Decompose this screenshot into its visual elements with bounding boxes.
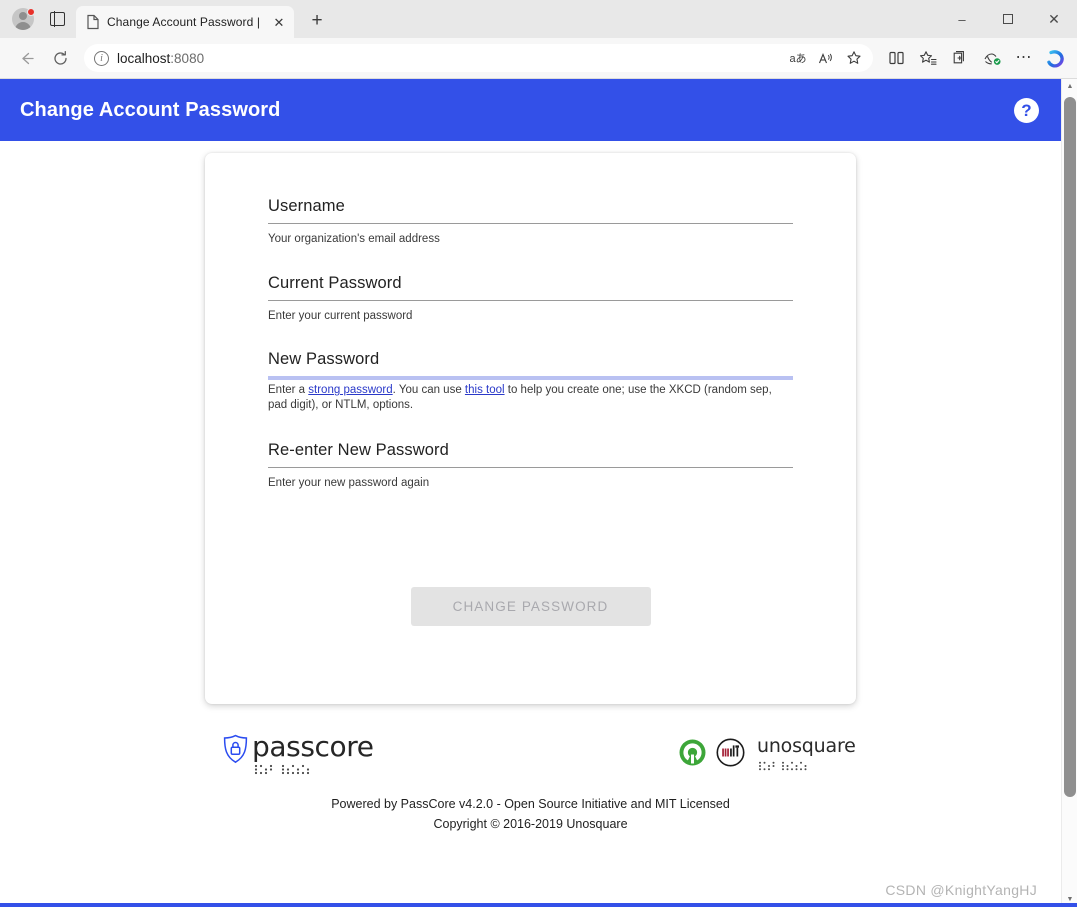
confirm-password-hint: Enter your new password again <box>268 476 430 489</box>
browser-essentials-icon <box>984 52 1000 65</box>
back-arrow-icon <box>21 52 34 64</box>
copilot-button[interactable] <box>1043 45 1069 71</box>
footer-logos: passcore unosquare <box>0 730 1061 786</box>
settings-and-more-button[interactable]: ⋯ <box>1009 43 1039 73</box>
maximize-icon <box>1003 14 1013 24</box>
footer-line-2: Copyright © 2016-2019 Unosquare <box>433 817 628 832</box>
page-viewport: Change Account Password ? Username Your … <box>0 78 1077 907</box>
change-password-card: Username Your organization's email addre… <box>205 153 856 704</box>
shield-lock-icon <box>222 734 249 764</box>
passcore-logo: passcore <box>222 730 374 774</box>
collections-icon <box>953 50 964 63</box>
help-icon[interactable]: ? <box>1014 97 1039 123</box>
username-hint: Your organization's email address <box>268 233 440 245</box>
current-password-label: Current Password <box>268 273 402 292</box>
this-tool-link[interactable]: this tool <box>465 384 505 396</box>
url-port: :8080 <box>170 50 205 66</box>
web-page: Change Account Password ? Username Your … <box>0 79 1061 907</box>
split-screen-icon <box>888 51 904 65</box>
profile-button[interactable] <box>6 0 40 38</box>
ellipsis-icon: ⋯ <box>1015 49 1033 66</box>
navigation-toolbar: i localhost:8080 aあ ⋯ <box>0 38 1077 78</box>
unosquare-wordmark-wrap: unosquare <box>757 735 856 771</box>
hint-text-between: . You can use <box>392 384 465 397</box>
page-content: Username Your organization's email addre… <box>0 141 1061 835</box>
collections-button[interactable] <box>945 43 975 73</box>
copilot-icon <box>1046 49 1064 68</box>
tab-strip: Change Account Password | Self- ✕ + – ✕ <box>0 0 1077 38</box>
field-new-password: New Password Enter a strong password. Yo… <box>268 350 793 412</box>
field-confirm-password: Re-enter New Password Enter your new pas… <box>268 441 793 491</box>
maximize-button[interactable] <box>985 0 1031 38</box>
split-screen-button[interactable] <box>881 43 911 73</box>
reload-icon <box>53 50 67 65</box>
watermark: CSDN @KnightYangHJ <box>885 882 1037 898</box>
submit-row: CHANGE PASSWORD <box>268 586 793 626</box>
field-current-password: Current Password Enter your current pass… <box>268 274 793 324</box>
field-username: Username Your organization's email addre… <box>268 197 793 247</box>
page-title: Change Account Password <box>20 98 281 121</box>
back-button[interactable] <box>10 42 42 74</box>
confirm-password-label: Re-enter New Password <box>268 440 449 459</box>
username-label: Username <box>268 197 345 215</box>
window-bottom-accent <box>0 903 1077 907</box>
new-password-hint: Enter a strong password. You can use thi… <box>268 380 793 412</box>
split-screen-toggle-button[interactable] <box>40 0 74 38</box>
unosquare-braille-decoration <box>757 758 837 771</box>
notification-badge-dot <box>27 8 35 16</box>
favorites-button[interactable] <box>913 43 943 73</box>
browser-essentials-button[interactable] <box>977 43 1007 73</box>
immersive-reader-icon[interactable] <box>813 46 839 70</box>
passcore-wordmark-wrap: passcore <box>252 730 374 774</box>
unosquare-logo-group: unosquare <box>678 735 856 771</box>
url-text: localhost:8080 <box>117 51 777 66</box>
strong-password-link[interactable]: strong password <box>308 384 392 396</box>
page-icon <box>86 14 100 30</box>
browser-window: Change Account Password | Self- ✕ + – ✕ <box>0 0 1077 907</box>
split-screen-icon <box>49 11 65 27</box>
unosquare-wordmark: unosquare <box>757 735 856 757</box>
read-aloud-translate-icon[interactable]: aあ <box>785 46 811 70</box>
page-scrollbar[interactable]: ▲ ▼ <box>1061 79 1077 907</box>
mit-license-logo <box>716 738 745 767</box>
app-header: Change Account Password ? <box>0 79 1061 141</box>
scroll-up-arrow-icon[interactable]: ▲ <box>1062 79 1077 94</box>
url-host: localhost <box>117 50 171 66</box>
minimize-button[interactable]: – <box>939 0 985 38</box>
new-password-label: New Password <box>268 350 380 369</box>
address-bar[interactable]: i localhost:8080 aあ <box>84 44 873 72</box>
reload-button[interactable] <box>44 42 76 74</box>
site-information-icon[interactable]: i <box>94 50 109 66</box>
hint-text-before: Enter a <box>268 384 309 397</box>
current-password-hint: Enter your current password <box>268 309 413 322</box>
open-source-initiative-logo <box>678 738 707 767</box>
favorite-star-icon[interactable] <box>841 46 867 70</box>
favorites-icon <box>919 50 937 65</box>
scrollbar-thumb[interactable] <box>1064 97 1076 797</box>
close-window-button[interactable]: ✕ <box>1031 0 1077 38</box>
window-controls: – ✕ <box>939 0 1077 38</box>
footer-text: Powered by PassCore v4.2.0 - Open Source… <box>0 786 1061 835</box>
footer-line-1: Powered by PassCore v4.2.0 - Open Source… <box>331 797 730 811</box>
address-bar-actions: aあ <box>785 46 867 70</box>
new-tab-button[interactable]: + <box>302 6 332 36</box>
passcore-braille-decoration <box>252 762 348 774</box>
change-password-button[interactable]: CHANGE PASSWORD <box>410 586 651 626</box>
passcore-wordmark: passcore <box>252 730 374 763</box>
browser-tab[interactable]: Change Account Password | Self- ✕ <box>76 6 294 38</box>
tab-title: Change Account Password | Self- <box>107 15 263 29</box>
close-tab-button[interactable]: ✕ <box>270 13 288 31</box>
page-footer: passcore unosquare Powered by PassCore v… <box>0 704 1061 835</box>
